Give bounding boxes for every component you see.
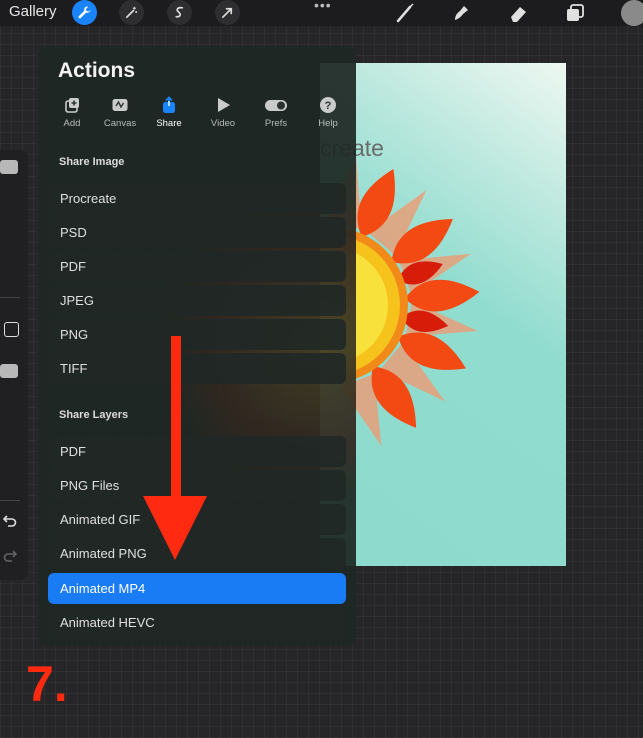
brush-icon[interactable] xyxy=(394,2,416,24)
tab-canvas[interactable]: Canvas xyxy=(94,96,146,136)
share-image-pdf[interactable]: PDF xyxy=(48,251,346,282)
layers-icon[interactable] xyxy=(564,2,586,24)
adjustments-s-icon[interactable] xyxy=(167,0,192,25)
tab-add[interactable]: Add xyxy=(46,96,98,136)
panel-title: Actions xyxy=(58,59,136,82)
tab-prefs-label: Prefs xyxy=(264,118,288,129)
eyedropper-square-icon[interactable] xyxy=(4,322,19,337)
magic-wand-icon[interactable] xyxy=(119,0,144,25)
actions-tab-bar: Add Canvas Share Video Prefs ? Help xyxy=(46,96,346,136)
tab-share-label: Share xyxy=(156,118,182,129)
step-number-label: 7. xyxy=(26,656,68,712)
undo-icon[interactable] xyxy=(2,512,18,528)
tab-help-label: Help xyxy=(318,118,338,129)
share-image-jpeg[interactable]: JPEG xyxy=(48,285,346,316)
share-layers-animated-mp4[interactable]: Animated MP4 xyxy=(48,573,346,604)
share-image-procreate[interactable]: Procreate xyxy=(48,183,346,214)
sidebar-divider xyxy=(0,500,20,501)
help-icon: ? xyxy=(320,97,336,113)
more-options[interactable]: ••• xyxy=(314,0,332,13)
tab-video-label: Video xyxy=(210,118,236,129)
share-image-psd[interactable]: PSD xyxy=(48,217,346,248)
left-sidebar xyxy=(0,150,28,580)
red-down-arrow-annotation xyxy=(143,336,207,560)
color-swatch[interactable] xyxy=(621,0,643,26)
add-icon xyxy=(65,98,79,113)
share-layers-heading: Share Layers xyxy=(59,409,129,421)
tab-help[interactable]: ? Help xyxy=(302,96,354,136)
video-play-icon xyxy=(218,98,230,112)
top-toolbar: Gallery ••• xyxy=(0,0,643,26)
opacity-slider-handle[interactable] xyxy=(0,364,18,378)
tab-canvas-label: Canvas xyxy=(103,118,137,129)
svg-text:?: ? xyxy=(325,100,332,112)
tab-video[interactable]: Video xyxy=(197,96,249,136)
smudge-icon[interactable] xyxy=(450,2,472,24)
tab-share[interactable]: Share xyxy=(143,96,195,136)
share-layers-animated-hevc[interactable]: Animated HEVC xyxy=(48,607,346,638)
share-image-heading: Share Image xyxy=(59,156,125,168)
canvas-icon xyxy=(112,99,128,111)
cursor-arrow-icon[interactable] xyxy=(215,0,240,25)
wrench-icon[interactable] xyxy=(72,0,97,25)
share-icon xyxy=(163,96,175,113)
tab-prefs[interactable]: Prefs xyxy=(250,96,302,136)
redo-icon[interactable] xyxy=(2,547,18,563)
gallery-button[interactable]: Gallery xyxy=(9,3,57,20)
eraser-icon[interactable] xyxy=(507,2,529,24)
sidebar-divider xyxy=(0,297,20,298)
toggle-icon xyxy=(265,100,287,111)
brush-size-slider-handle[interactable] xyxy=(0,160,18,174)
artwork-canvas[interactable]: create xyxy=(320,63,566,566)
tab-add-label: Add xyxy=(63,118,81,129)
